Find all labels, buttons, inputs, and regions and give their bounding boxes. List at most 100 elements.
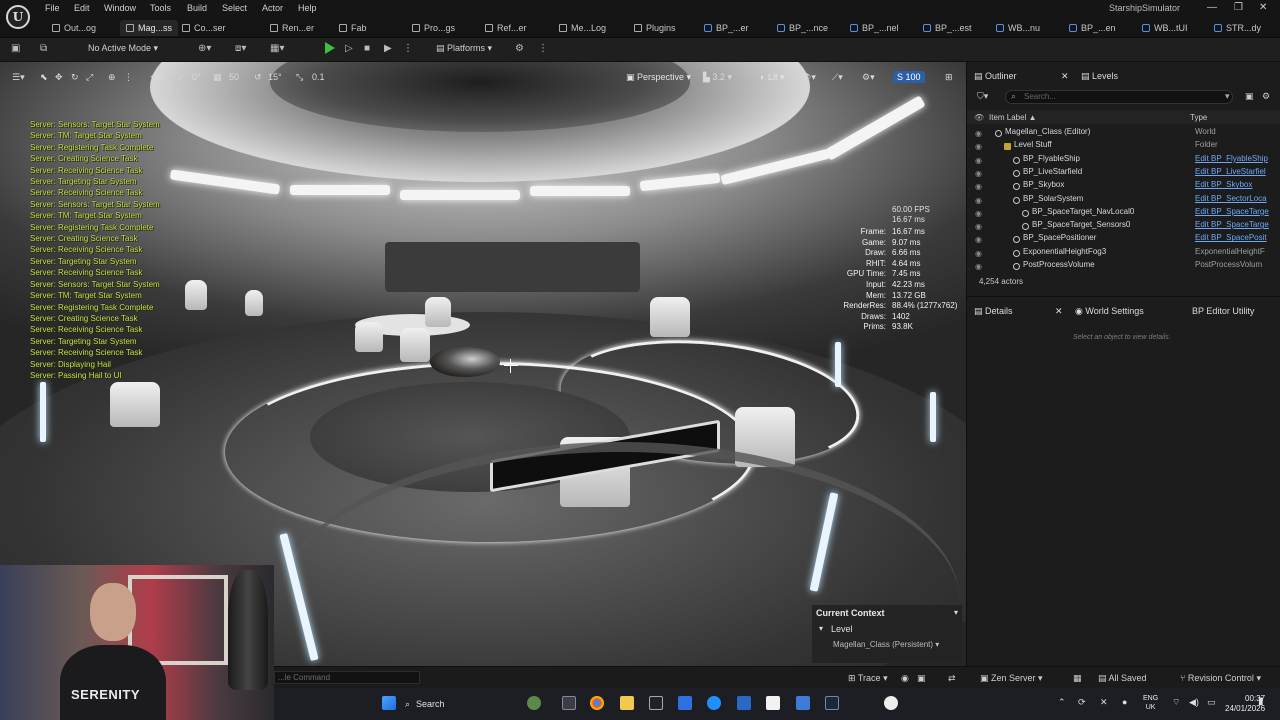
eject-button-icon[interactable]: ▶: [384, 43, 392, 54]
visibility-icon[interactable]: ◉: [975, 222, 982, 231]
source-control-icon[interactable]: ▦: [1073, 673, 1082, 684]
grid-snap-toggle-icon[interactable]: ▦: [213, 72, 222, 83]
save-icon[interactable]: ▣: [11, 43, 20, 54]
notifications-muted-icon[interactable]: ✕: [1100, 697, 1108, 708]
more-icon[interactable]: ⋮: [124, 72, 133, 83]
close-button[interactable]: ✕: [1259, 2, 1267, 13]
blueprint-menu-icon[interactable]: ⧈▾: [235, 43, 246, 54]
menu-build[interactable]: Build: [187, 3, 207, 13]
edit-blueprint-link[interactable]: Edit BP_LiveStarfiel: [1195, 167, 1266, 176]
menu-tools[interactable]: Tools: [150, 3, 171, 13]
save-all-button[interactable]: ▤ All Saved: [1098, 673, 1147, 684]
performance-icon[interactable]: ⟋▾: [832, 72, 843, 83]
tab-blueprint-4[interactable]: BP_...est: [923, 20, 972, 36]
visibility-icon[interactable]: ◉: [975, 182, 982, 191]
edit-blueprint-link[interactable]: Edit BP_SpacePosit: [1195, 233, 1267, 242]
tab-outliner[interactable]: ▤ Outliner: [974, 71, 1017, 82]
tab-bp-editor-utility[interactable]: BP Editor Utility: [1192, 306, 1254, 316]
col-item-label[interactable]: Item Label ▲: [989, 113, 1037, 122]
taskbar-search[interactable]: ⌕ Search: [405, 695, 515, 713]
tab-world-settings[interactable]: ◉ World Settings: [1075, 306, 1144, 317]
current-context-panel[interactable]: Current Context ▾ ▾ Level Magellan_Class…: [812, 605, 962, 663]
tab-project-settings[interactable]: Pro...gs: [412, 20, 455, 36]
outliner-row[interactable]: ◉ BP_FlyableShip Edit BP_FlyableShip: [967, 154, 1280, 167]
steam-icon[interactable]: [825, 696, 839, 710]
menu-actor[interactable]: Actor: [262, 3, 283, 13]
perspective-dropdown[interactable]: ▣ Perspective ▾: [626, 72, 691, 83]
widgets-icon[interactable]: [527, 696, 541, 710]
camera-speed[interactable]: ▙ 3.2 ▾: [703, 72, 732, 83]
tab-reference-viewer[interactable]: Ref...er: [485, 20, 527, 36]
grid-rotation-value[interactable]: 0°: [192, 72, 201, 82]
chevron-down-icon[interactable]: ▾: [954, 608, 958, 617]
battery-icon[interactable]: ▭: [1207, 697, 1216, 708]
outliner-row[interactable]: ◉ BP_SpaceTarget_NavLocal0 Edit BP_SpaceTa…: [967, 207, 1280, 220]
visibility-icon[interactable]: ◉: [975, 249, 982, 258]
chrome-icon[interactable]: [590, 696, 604, 710]
surface-snap-icon[interactable]: ⟲▾: [150, 72, 162, 83]
screenshot-icon[interactable]: ▣: [917, 673, 926, 684]
show-flags-icon[interactable]: 👁▾: [800, 72, 816, 83]
filter-icon[interactable]: ⛉▾: [977, 91, 988, 102]
edit-blueprint-link[interactable]: Edit BP_SectorLoca: [1195, 194, 1267, 203]
more-options-icon[interactable]: ⋮: [538, 43, 548, 54]
play-options-icon[interactable]: ⋮: [403, 43, 413, 54]
tab-fab[interactable]: Fab: [339, 20, 367, 36]
select-tool-icon[interactable]: ⬉: [40, 72, 48, 83]
outliner-row[interactable]: ◉ BP_SpaceTarget_Sensors0 Edit BP_SpaceTar…: [967, 220, 1280, 233]
derived-data-icon[interactable]: ⇄: [948, 673, 956, 684]
tab-blueprint-5[interactable]: BP_...en: [1069, 20, 1116, 36]
play-button[interactable]: [325, 42, 335, 54]
tab-message-log[interactable]: Me...Log: [559, 20, 606, 36]
wifi-icon[interactable]: ⌔: [1172, 697, 1180, 708]
col-type[interactable]: Type: [1190, 113, 1207, 122]
step-button-icon[interactable]: ▷: [345, 43, 353, 54]
viewport-options-icon[interactable]: ☰▾: [12, 72, 25, 83]
menu-file[interactable]: File: [45, 3, 60, 13]
tab-details[interactable]: ▤ Details: [974, 306, 1013, 317]
outliner-search-input[interactable]: Search...: [1005, 90, 1233, 104]
trace-button[interactable]: ⊞ Trace ▾: [848, 673, 888, 684]
console-command-input[interactable]: ...le Command: [274, 671, 420, 684]
rotation-snap-value[interactable]: 15°: [268, 72, 282, 82]
world-space-icon[interactable]: ⊕: [108, 72, 116, 83]
volume-icon[interactable]: ◀): [1189, 697, 1199, 708]
visibility-icon[interactable]: ◉: [975, 235, 982, 244]
unreal-logo-icon[interactable]: U: [6, 5, 30, 29]
add-folder-icon[interactable]: ▣: [1245, 91, 1254, 102]
translate-tool-icon[interactable]: ✥: [55, 72, 63, 83]
menu-window[interactable]: Window: [104, 3, 136, 13]
windows-start-icon[interactable]: [382, 696, 396, 710]
edit-blueprint-link[interactable]: Edit BP_Skybox: [1195, 180, 1252, 189]
tab-blueprint-3[interactable]: BP_...nel: [850, 20, 899, 36]
tab-magellan-class[interactable]: Mag...ss: [120, 20, 179, 36]
edit-blueprint-link[interactable]: Edit BP_SpaceTarge: [1195, 207, 1269, 216]
maximize-button[interactable]: ❐: [1234, 2, 1243, 13]
rotate-tool-icon[interactable]: ↻: [71, 72, 79, 83]
grid-snap-value[interactable]: 50: [229, 72, 239, 82]
tab-widget-blueprint-2[interactable]: WB...tUI: [1142, 20, 1188, 36]
outliner-row[interactable]: ◉ PostProcessVolume PostProcessVolum: [967, 260, 1280, 273]
terminal-icon[interactable]: [649, 696, 663, 710]
outliner-row[interactable]: ◉ ExponentialHeightFog3 ExponentialHeightF: [967, 247, 1280, 260]
outliner-row[interactable]: ◉ BP_Skybox Edit BP_Skybox: [967, 180, 1280, 193]
menu-help[interactable]: Help: [298, 3, 317, 13]
app-icon[interactable]: [707, 696, 721, 710]
visibility-icon[interactable]: ◉: [975, 129, 982, 138]
viewport-layout-icon[interactable]: ⊞: [945, 72, 953, 83]
tab-levels[interactable]: ▤ Levels: [1081, 71, 1118, 82]
calculator-icon[interactable]: [678, 696, 692, 710]
notes-icon[interactable]: [796, 696, 810, 710]
outliner-row[interactable]: ◉ Magellan_Class (Editor) World: [967, 127, 1280, 140]
input-language[interactable]: ENG UK: [1143, 694, 1158, 712]
scale-tool-icon[interactable]: ⤢: [86, 72, 93, 83]
menu-select[interactable]: Select: [222, 3, 247, 13]
tab-plugins[interactable]: Plugins: [634, 20, 676, 36]
microphone-icon[interactable]: ●: [1122, 697, 1127, 707]
chevron-down-icon[interactable]: ▾: [1225, 91, 1230, 102]
outliner-row[interactable]: ◉ Level Stuff Folder: [967, 140, 1280, 153]
tab-blueprint-2[interactable]: BP_...nce: [777, 20, 828, 36]
realtime-scalability[interactable]: S 100: [893, 71, 925, 83]
chevron-down-icon[interactable]: ▾: [819, 624, 823, 633]
context-persistent-level[interactable]: Magellan_Class (Persistent) ▾: [833, 640, 939, 649]
